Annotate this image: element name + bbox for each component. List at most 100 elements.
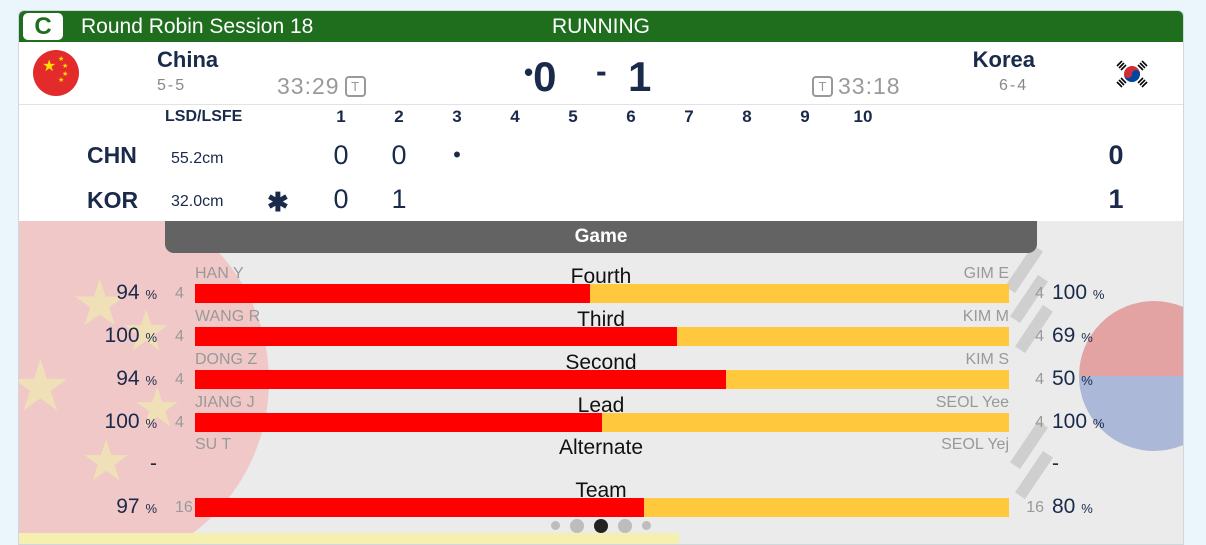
current-end-dot-icon: • <box>453 142 461 167</box>
header-bar: C Round Robin Session 18 RUNNING <box>19 11 1183 42</box>
timeout-icon-right: T <box>812 76 833 97</box>
game-status: RUNNING <box>552 15 650 38</box>
end-header: 1 <box>336 107 346 126</box>
team-record-left: 5-5 <box>157 77 187 94</box>
end-score-kor: 1 <box>391 184 407 214</box>
percent-left: 97 % <box>77 495 157 519</box>
time-value-left: 33:29 <box>277 73 340 99</box>
percent-left-value: 100 <box>104 410 140 433</box>
end-header: 4 <box>510 107 520 126</box>
score-right: 1 <box>628 53 652 100</box>
end-header: 8 <box>742 107 752 126</box>
player-left: JIANG J <box>195 394 255 411</box>
percent-left: - <box>150 452 157 475</box>
player-right: GIM E <box>963 265 1009 282</box>
player-left: SU T <box>195 436 232 453</box>
comparison-bar-left-fill <box>195 498 644 517</box>
team-name-right: Korea <box>972 47 1035 72</box>
korea-flag-icon <box>1111 53 1153 95</box>
percent-sign: % <box>145 287 157 302</box>
game-stats-panel: ★ ★ ★ ★ ★ Game FourthHAN YGIM E94 %100 %… <box>19 221 1183 544</box>
percent-sign: % <box>145 330 157 345</box>
team-code-right: KOR <box>87 187 139 213</box>
comparison-bar <box>195 284 1009 303</box>
team-name-left: China <box>157 47 219 72</box>
player-left: HAN Y <box>195 265 244 282</box>
team-code-left: CHN <box>87 142 137 168</box>
percent-right: 69 % <box>1052 324 1093 348</box>
end-score-chn: 0 <box>391 140 407 170</box>
shots-left: 16 <box>175 499 193 516</box>
pager-dot[interactable] <box>551 521 560 531</box>
player-right: SEOL Yee <box>935 394 1009 411</box>
hammer-dot-icon: • <box>524 57 534 87</box>
pager-dot[interactable] <box>618 518 632 533</box>
end-header: 7 <box>684 107 694 126</box>
team-record-right: 6-4 <box>999 77 1029 94</box>
score-separator: - <box>596 53 607 89</box>
comparison-bar-left-fill <box>195 284 590 303</box>
percent-right-value: 69 <box>1052 324 1076 347</box>
lsd-left: 55.2cm <box>171 150 224 167</box>
end-score-kor: 0 <box>333 184 349 214</box>
end-header: 3 <box>452 107 462 126</box>
comparison-bar-left-fill <box>195 327 677 346</box>
total-left: 0 <box>1108 140 1124 170</box>
scoreboard-card: C Round Robin Session 18 RUNNING ★ ★ ★ ★… <box>18 10 1184 545</box>
shots-left: 4 <box>175 285 184 302</box>
comparison-bar <box>195 370 1009 389</box>
shots-right: 4 <box>1035 414 1044 431</box>
pager-dot[interactable] <box>642 521 651 531</box>
shots-left: 4 <box>175 371 184 388</box>
thinking-time-left: 33:29 T <box>277 73 366 100</box>
comparison-bar-left-fill <box>195 370 726 389</box>
end-header: 9 <box>800 107 810 126</box>
percent-left: 94 % <box>77 281 157 305</box>
percent-right: 50 % <box>1052 367 1093 391</box>
percent-sign: % <box>145 501 157 516</box>
shots-left: 4 <box>175 328 184 345</box>
shots-right: 16 <box>1026 499 1044 516</box>
game-tab[interactable]: Game <box>165 221 1037 253</box>
percent-sign: % <box>1092 416 1105 431</box>
percent-sign: % <box>1081 501 1093 516</box>
percent-right: - <box>1052 452 1059 475</box>
player-left: WANG R <box>195 308 261 325</box>
end-header: 5 <box>568 107 578 126</box>
end-score-chn: 0 <box>333 140 349 170</box>
percent-left-value: 100 <box>104 324 140 347</box>
divider <box>19 104 1183 105</box>
score-left-value: 0 <box>533 53 557 100</box>
percent-left: 94 % <box>77 367 157 391</box>
score-left: •0 <box>524 53 556 101</box>
comparison-bar <box>195 327 1009 346</box>
thinking-time-right: T 33:18 <box>812 73 901 100</box>
shots-right: 4 <box>1035 328 1044 345</box>
comparison-bar-left-fill <box>195 413 602 432</box>
total-right: 1 <box>1108 184 1124 214</box>
percent-sign: % <box>1092 287 1105 302</box>
pager-dot[interactable] <box>594 518 608 533</box>
player-left: DONG Z <box>195 351 258 368</box>
position-row: Third WANG R KIM M 100 % 69 % 4 4 <box>19 308 1183 354</box>
percent-sign: % <box>1081 330 1093 345</box>
player-right: KIM S <box>965 351 1009 368</box>
shots-right: 4 <box>1035 371 1044 388</box>
position-row: Lead JIANG J SEOL Yee 100 % 100 % 4 4 <box>19 394 1183 440</box>
percent-sign: % <box>145 416 157 431</box>
percent-right: 80 % <box>1052 495 1093 519</box>
position-row: Second DONG Z KIM S 94 % 50 % 4 4 <box>19 351 1183 397</box>
comparison-bar <box>195 413 1009 432</box>
timeout-icon-left: T <box>344 76 366 97</box>
percent-left: 100 % <box>77 324 157 348</box>
end-header: 6 <box>626 107 636 126</box>
china-flag-icon: ★ ★ ★ ★ ★ <box>33 50 79 96</box>
pager-dot[interactable] <box>570 518 584 533</box>
time-value-right: 33:18 <box>838 73 901 99</box>
percent-left-value: 94 <box>116 367 140 390</box>
percent-sign: % <box>145 373 157 388</box>
shots-right: 4 <box>1035 285 1044 302</box>
position-row: Alternate SU T SEOL Yej - - <box>19 436 1183 482</box>
hammer-icon: ✱ <box>267 187 289 217</box>
percent-right-value: 80 <box>1052 495 1076 518</box>
